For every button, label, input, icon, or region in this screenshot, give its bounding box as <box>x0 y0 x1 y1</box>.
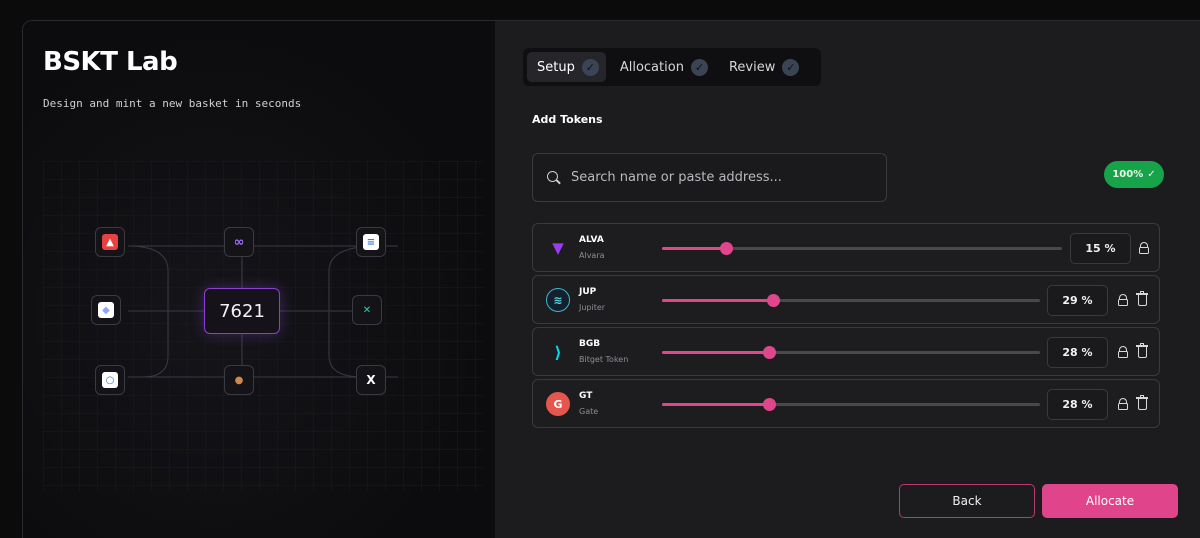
x-token-node: ✕ <box>352 295 382 325</box>
token-symbol: JUP <box>579 287 597 297</box>
back-button[interactable]: Back <box>899 484 1035 518</box>
step-allocation[interactable]: Allocation ✓ <box>610 52 715 82</box>
slider-handle[interactable] <box>767 294 780 307</box>
x-logo-node: X <box>356 365 386 395</box>
allocation-slider[interactable] <box>662 398 1040 411</box>
gate-logo-icon: G <box>546 392 570 416</box>
slider-fill <box>662 247 727 250</box>
slider-fill <box>662 299 774 302</box>
polygon-node: ∞ <box>224 227 254 257</box>
ethereum-icon: ◆ <box>98 302 114 318</box>
token-row-gt: G GT Gate 28 % <box>532 379 1160 428</box>
ethereum-node: ◆ <box>91 295 121 325</box>
search-icon <box>547 170 561 185</box>
jupiter-logo-icon: ≋ <box>546 288 570 312</box>
alvara-logo-icon: ▼ <box>552 239 564 257</box>
bitget-logo-icon: ⟩ <box>554 342 562 362</box>
allocation-percent-input[interactable]: 15 % <box>1070 233 1131 264</box>
trash-icon[interactable] <box>1136 395 1148 410</box>
avalanche-icon: ▲ <box>102 234 118 250</box>
allocation-percent-input[interactable]: 29 % <box>1047 285 1108 316</box>
x-token-icon: ✕ <box>362 304 372 316</box>
allocation-slider[interactable] <box>662 346 1040 359</box>
allocation-slider[interactable] <box>662 242 1062 255</box>
stepper: Setup ✓ Allocation ✓ Review ✓ <box>523 48 821 86</box>
polygon-icon: ∞ <box>233 234 245 250</box>
step-label: Allocation <box>619 59 684 75</box>
total-allocation-value: 100% <box>1112 169 1144 180</box>
basket-id-display: 7621 <box>204 288 280 334</box>
check-icon: ✓ <box>1147 169 1156 180</box>
token-symbol: ALVA <box>579 235 604 245</box>
app-window: BSKT Lab Design and mint a new basket in… <box>22 20 1200 538</box>
unlock-icon[interactable] <box>1118 346 1128 358</box>
slider-handle[interactable] <box>763 346 776 359</box>
token-name: Alvara <box>579 251 605 260</box>
step-setup[interactable]: Setup ✓ <box>527 52 606 82</box>
slider-handle[interactable] <box>720 242 733 255</box>
slider-handle[interactable] <box>763 398 776 411</box>
allocate-button[interactable]: Allocate <box>1042 484 1178 518</box>
allocation-slider[interactable] <box>662 294 1040 307</box>
token-name: Bitget Token <box>579 355 629 364</box>
pancake-icon: ● <box>234 374 244 386</box>
ring-node: ○ <box>95 365 125 395</box>
slider-fill <box>662 403 770 406</box>
token-search-input[interactable]: Search name or paste address... <box>532 153 887 202</box>
trash-icon[interactable] <box>1136 343 1148 358</box>
intro-panel: BSKT Lab Design and mint a new basket in… <box>23 21 495 538</box>
token-name: Jupiter <box>579 303 606 312</box>
document-node: ≡ <box>356 227 386 257</box>
allocation-percent-input[interactable]: 28 % <box>1047 337 1108 368</box>
unlock-icon[interactable] <box>1118 294 1128 306</box>
x-logo-icon: X <box>366 373 376 387</box>
setup-panel: Setup ✓ Allocation ✓ Review ✓ Add Tokens… <box>495 21 1200 538</box>
check-circle-icon: ✓ <box>782 58 800 76</box>
token-row-bgb: ⟩ BGB Bitget Token 28 % <box>532 327 1160 376</box>
document-icon: ≡ <box>363 234 379 250</box>
unlock-icon[interactable] <box>1139 242 1149 254</box>
page-subtitle: Design and mint a new basket in seconds <box>43 97 302 110</box>
token-row-alva: ▼ ALVA Alvara 15 % <box>532 223 1160 272</box>
allocation-percent-input[interactable]: 28 % <box>1047 389 1108 420</box>
check-circle-icon: ✓ <box>690 58 708 76</box>
basket-diagram: 7621 ▲ ∞ ≡ ◆ ✕ ○ ● X <box>43 161 483 491</box>
trash-icon[interactable] <box>1136 291 1148 306</box>
token-symbol: BGB <box>579 339 601 349</box>
step-review[interactable]: Review ✓ <box>719 52 806 82</box>
ring-icon: ○ <box>102 372 118 388</box>
token-row-jup: ≋ JUP Jupiter 29 % <box>532 275 1160 324</box>
pancake-node: ● <box>224 365 254 395</box>
page-title: BSKT Lab <box>43 47 178 77</box>
token-symbol: GT <box>579 391 593 401</box>
add-tokens-label: Add Tokens <box>532 113 603 126</box>
token-name: Gate <box>579 407 599 416</box>
step-label: Setup <box>537 59 575 75</box>
step-label: Review <box>728 59 776 75</box>
search-placeholder: Search name or paste address... <box>571 170 782 185</box>
avalanche-node: ▲ <box>95 227 125 257</box>
unlock-icon[interactable] <box>1118 398 1128 410</box>
total-allocation-badge: 100% ✓ <box>1104 161 1164 188</box>
slider-fill <box>662 351 770 354</box>
check-circle-icon: ✓ <box>581 58 599 76</box>
